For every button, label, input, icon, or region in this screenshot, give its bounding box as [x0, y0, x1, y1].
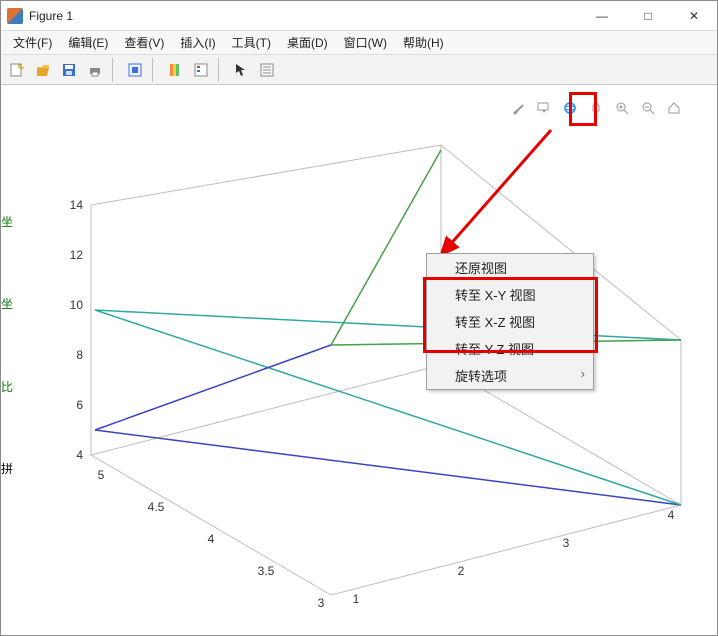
new-figure-icon[interactable]: [5, 58, 29, 82]
brush-icon[interactable]: [509, 99, 527, 117]
datatips-icon[interactable]: [535, 99, 553, 117]
menu-file[interactable]: 文件(F): [7, 32, 58, 53]
open-icon[interactable]: [31, 58, 55, 82]
menu-window[interactable]: 窗口(W): [338, 32, 393, 53]
ctx-rotate-options-label: 旋转选项: [455, 369, 507, 384]
ctx-rotate-options[interactable]: 旋转选项 ›: [427, 362, 593, 389]
y-tick: 3: [318, 596, 325, 610]
close-button[interactable]: ✕: [671, 1, 717, 31]
z-tick: 14: [70, 198, 84, 212]
y-tick: 4: [208, 532, 215, 546]
z-tick: 6: [76, 398, 83, 412]
z-tick: 10: [70, 298, 84, 312]
data-cursor-icon[interactable]: [123, 58, 147, 82]
print-icon[interactable]: [83, 58, 107, 82]
axes-3d[interactable]: 4 6 8 10 12 14 5 4.5 4 3.5 3 1 2 3 4: [1, 85, 718, 635]
y-tick: 4.5: [148, 500, 165, 514]
window-title: Figure 1: [29, 9, 73, 23]
titlebar: Figure 1 — □ ✕: [1, 1, 717, 31]
colorbar-icon[interactable]: [163, 58, 187, 82]
home-icon[interactable]: [665, 99, 683, 117]
minimize-button[interactable]: —: [579, 1, 625, 31]
figure-window: Figure 1 — □ ✕ 文件(F) 编辑(E) 查看(V) 插入(I) 工…: [0, 0, 718, 636]
chart-line: [95, 430, 681, 505]
toolbar: [1, 55, 717, 85]
menu-view[interactable]: 查看(V): [118, 32, 170, 53]
z-tick: 12: [70, 248, 84, 262]
arrow-icon[interactable]: [229, 58, 253, 82]
annotation-highlight-rotate: [569, 92, 597, 126]
menu-help[interactable]: 帮助(H): [397, 32, 450, 53]
plot-area: 坐 坐 比 拼: [1, 85, 717, 635]
menu-tools[interactable]: 工具(T): [226, 32, 277, 53]
matlab-icon: [7, 8, 23, 24]
zoom-out-icon[interactable]: [639, 99, 657, 117]
x-tick: 3: [563, 536, 570, 550]
z-tick: 8: [76, 348, 83, 362]
x-tick: 1: [353, 592, 360, 606]
y-tick: 3.5: [258, 564, 275, 578]
menubar: 文件(F) 编辑(E) 查看(V) 插入(I) 工具(T) 桌面(D) 窗口(W…: [1, 31, 717, 55]
annotation-highlight-views: [423, 277, 598, 353]
x-tick: 2: [458, 564, 465, 578]
menu-edit[interactable]: 编辑(E): [62, 32, 114, 53]
zoom-in-icon[interactable]: [613, 99, 631, 117]
z-tick: 4: [76, 448, 83, 462]
property-icon[interactable]: [255, 58, 279, 82]
menu-insert[interactable]: 插入(I): [174, 32, 221, 53]
save-icon[interactable]: [57, 58, 81, 82]
legend-icon[interactable]: [189, 58, 213, 82]
menu-desktop[interactable]: 桌面(D): [281, 32, 334, 53]
maximize-button[interactable]: □: [625, 1, 671, 31]
x-tick: 4: [668, 508, 675, 522]
chevron-right-icon: ›: [581, 366, 585, 381]
y-tick: 5: [98, 468, 105, 482]
chart-line: [95, 345, 331, 430]
